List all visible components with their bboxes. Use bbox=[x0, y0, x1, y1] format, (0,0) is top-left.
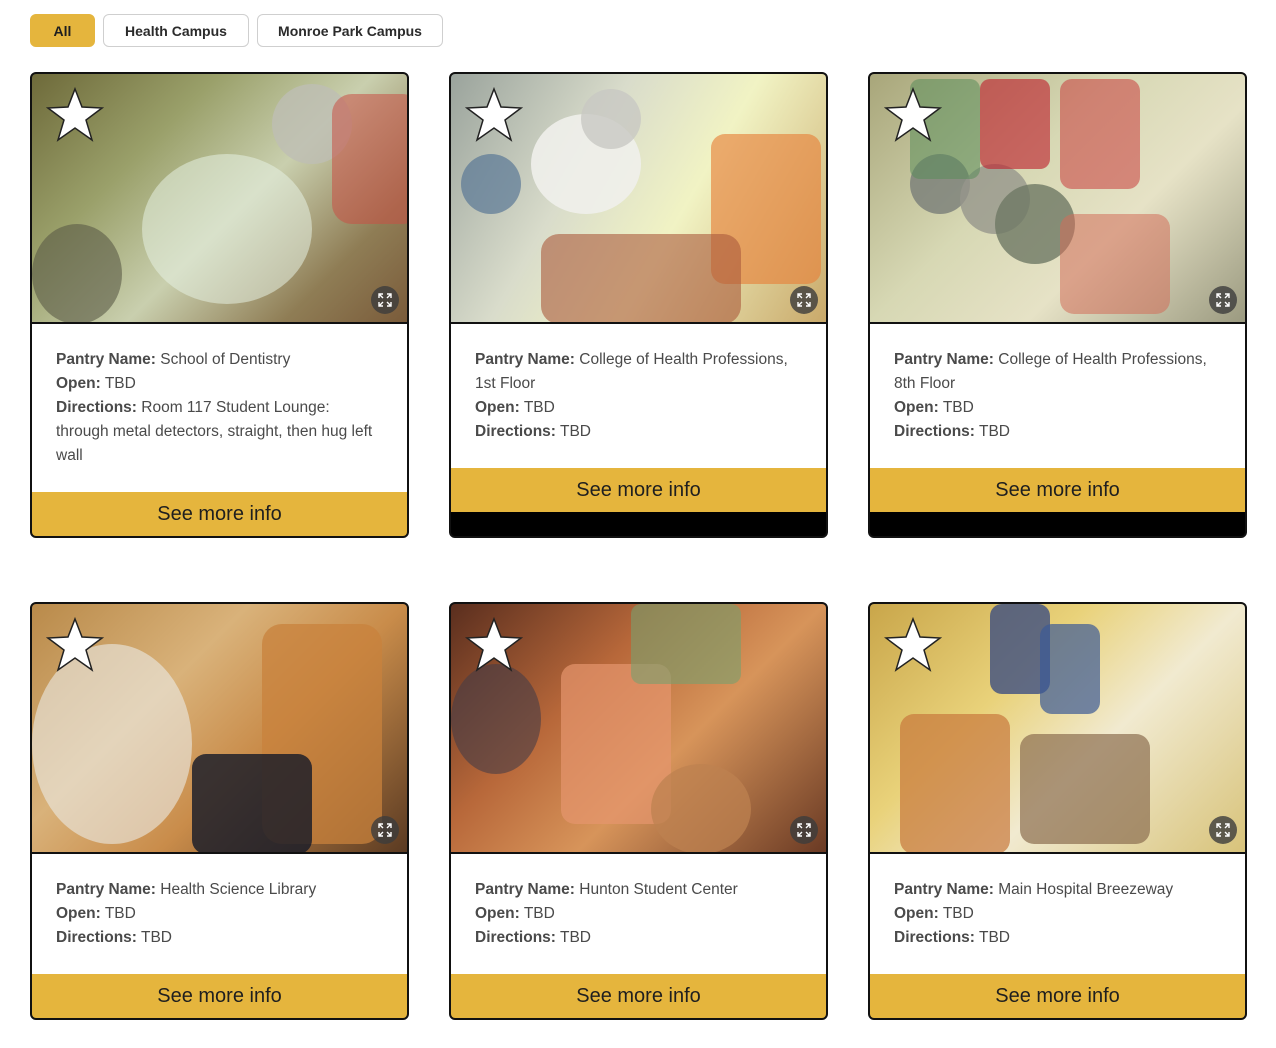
filter-health-campus-button[interactable]: Health Campus bbox=[103, 14, 249, 47]
open-value: TBD bbox=[104, 375, 136, 392]
pantry-photo[interactable] bbox=[451, 74, 826, 324]
pantry-name-label: Pantry Name: bbox=[475, 351, 575, 368]
pantry-card: Pantry Name: Hunton Student Center Open:… bbox=[449, 602, 828, 1020]
filter-all-button[interactable]: All bbox=[30, 14, 95, 47]
pantry-info: Pantry Name: Hunton Student Center Open:… bbox=[451, 854, 826, 974]
expand-icon[interactable] bbox=[371, 816, 399, 844]
star-icon[interactable] bbox=[884, 616, 942, 674]
pantry-card: Pantry Name: College of Health Professio… bbox=[449, 72, 828, 538]
pantry-name-value: Hunton Student Center bbox=[579, 881, 738, 898]
star-icon[interactable] bbox=[46, 86, 104, 144]
pantry-name-value: School of Dentistry bbox=[160, 351, 291, 368]
directions-value: TBD bbox=[979, 423, 1010, 440]
open-label: Open: bbox=[475, 399, 520, 416]
open-value: TBD bbox=[104, 905, 136, 922]
pantry-name-value: Health Science Library bbox=[160, 881, 317, 898]
pantry-name-label: Pantry Name: bbox=[894, 881, 994, 898]
see-more-info-button[interactable]: See more info bbox=[451, 468, 826, 512]
expand-icon[interactable] bbox=[790, 816, 818, 844]
pantry-name-label: Pantry Name: bbox=[56, 881, 156, 898]
star-icon[interactable] bbox=[465, 86, 523, 144]
see-more-info-button[interactable]: See more info bbox=[451, 974, 826, 1018]
open-label: Open: bbox=[475, 905, 520, 922]
directions-label: Directions: bbox=[475, 423, 556, 440]
pantry-name-label: Pantry Name: bbox=[475, 881, 575, 898]
open-value: TBD bbox=[942, 905, 974, 922]
pantry-info: Pantry Name: School of Dentistry Open: T… bbox=[32, 324, 407, 492]
open-label: Open: bbox=[894, 905, 939, 922]
pantry-name-label: Pantry Name: bbox=[56, 351, 156, 368]
open-label: Open: bbox=[56, 905, 101, 922]
open-value: TBD bbox=[523, 399, 555, 416]
directions-value: TBD bbox=[560, 929, 591, 946]
directions-label: Directions: bbox=[56, 929, 137, 946]
pantry-name-value: Main Hospital Breezeway bbox=[998, 881, 1174, 898]
star-icon[interactable] bbox=[465, 616, 523, 674]
open-value: TBD bbox=[942, 399, 974, 416]
pantry-photo[interactable] bbox=[32, 74, 407, 324]
pantry-photo[interactable] bbox=[32, 604, 407, 854]
pantry-card: Pantry Name: College of Health Professio… bbox=[868, 72, 1247, 538]
pantry-info: Pantry Name: College of Health Professio… bbox=[870, 324, 1245, 468]
see-more-info-button[interactable]: See more info bbox=[870, 468, 1245, 512]
pantry-card: Pantry Name: Health Science Library Open… bbox=[30, 602, 409, 1020]
pantry-grid: Pantry Name: School of Dentistry Open: T… bbox=[30, 72, 1247, 1020]
pantry-name-label: Pantry Name: bbox=[894, 351, 994, 368]
campus-filter-bar: All Health Campus Monroe Park Campus bbox=[30, 14, 443, 47]
star-icon[interactable] bbox=[884, 86, 942, 144]
pantry-photo[interactable] bbox=[870, 604, 1245, 854]
expand-icon[interactable] bbox=[1209, 816, 1237, 844]
pantry-info: Pantry Name: Health Science Library Open… bbox=[32, 854, 407, 974]
directions-label: Directions: bbox=[56, 399, 137, 416]
pantry-photo[interactable] bbox=[451, 604, 826, 854]
expand-icon[interactable] bbox=[371, 286, 399, 314]
pantry-card: Pantry Name: School of Dentistry Open: T… bbox=[30, 72, 409, 538]
directions-value: TBD bbox=[141, 929, 172, 946]
open-label: Open: bbox=[894, 399, 939, 416]
pantry-photo[interactable] bbox=[870, 74, 1245, 324]
star-icon[interactable] bbox=[46, 616, 104, 674]
pantry-info: Pantry Name: Main Hospital Breezeway Ope… bbox=[870, 854, 1245, 974]
directions-value: TBD bbox=[560, 423, 591, 440]
filter-monroe-park-campus-button[interactable]: Monroe Park Campus bbox=[257, 14, 443, 47]
open-label: Open: bbox=[56, 375, 101, 392]
expand-icon[interactable] bbox=[790, 286, 818, 314]
directions-value: TBD bbox=[979, 929, 1010, 946]
pantry-card: Pantry Name: Main Hospital Breezeway Ope… bbox=[868, 602, 1247, 1020]
see-more-info-button[interactable]: See more info bbox=[32, 492, 407, 536]
directions-label: Directions: bbox=[475, 929, 556, 946]
open-value: TBD bbox=[523, 905, 555, 922]
directions-label: Directions: bbox=[894, 929, 975, 946]
see-more-info-button[interactable]: See more info bbox=[32, 974, 407, 1018]
pantry-info: Pantry Name: College of Health Professio… bbox=[451, 324, 826, 468]
expand-icon[interactable] bbox=[1209, 286, 1237, 314]
see-more-info-button[interactable]: See more info bbox=[870, 974, 1245, 1018]
directions-label: Directions: bbox=[894, 423, 975, 440]
